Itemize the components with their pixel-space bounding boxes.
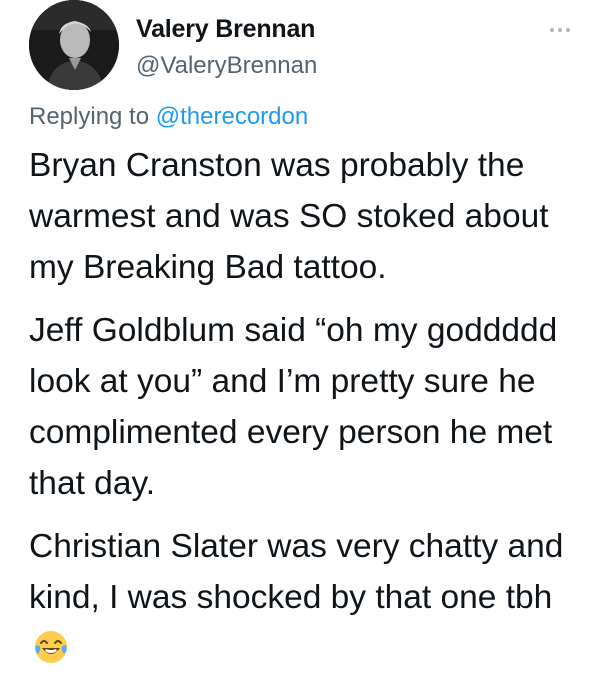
author-handle[interactable]: @ValeryBrennan <box>136 52 317 80</box>
tweet-paragraph: Bryan Cranston was probably the warmest … <box>29 147 549 286</box>
avatar-photo <box>29 0 119 90</box>
replying-to-label: Replying to <box>29 103 156 130</box>
tweet-text: Bryan Cranston was probably the warmest … <box>29 140 589 686</box>
tweet-paragraph-last: Christian Slater was very chatty and kin… <box>29 521 589 674</box>
dot <box>566 28 570 32</box>
dot <box>558 28 562 32</box>
tweet-card: Valery Brennan @ValeryBrennan Replying t… <box>0 0 599 700</box>
tweet-paragraph: Jeff Goldblum said “oh my goddddd look a… <box>29 312 558 502</box>
author-name[interactable]: Valery Brennan <box>136 15 315 44</box>
replying-to: Replying to @therecordon <box>29 103 308 131</box>
more-options-icon[interactable] <box>540 18 580 42</box>
face-with-tears-of-joy-emoji <box>35 631 67 663</box>
dot <box>550 28 554 32</box>
avatar[interactable] <box>29 0 119 90</box>
reply-mention-link[interactable]: @therecordon <box>156 103 308 130</box>
tweet-paragraph: Christian Slater was very chatty and kin… <box>29 528 564 616</box>
